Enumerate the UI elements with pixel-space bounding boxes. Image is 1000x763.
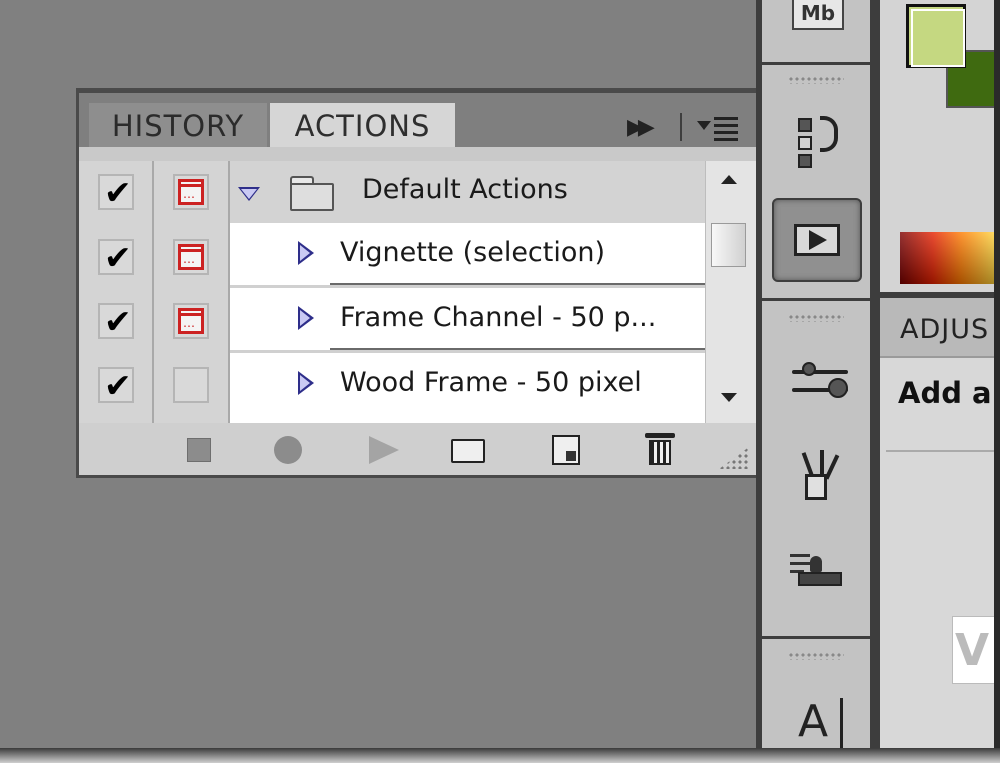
dock-grip[interactable] [788,652,844,660]
collapsed-triangle-icon[interactable] [298,306,314,330]
preset-glyph: V [955,625,990,676]
resize-grip[interactable] [719,447,749,469]
new-set-icon[interactable] [451,439,485,463]
vertical-scrollbar[interactable] [705,161,757,423]
actions-list: ✔ ✔ ✔ ✔ … … … Default Actions Vignette (… [79,161,757,423]
foreground-color-swatch[interactable] [906,4,966,68]
folder-icon [290,176,334,211]
dialog-toggle[interactable]: … [173,303,209,339]
clone-source-icon[interactable] [772,546,862,630]
collapsed-triangle-icon[interactable] [298,241,314,265]
checkmark-icon: ✔ [104,302,132,341]
text-cursor [840,698,843,748]
window-edge-bottom [0,748,1000,763]
tab-actions[interactable]: ACTIONS [270,103,455,147]
new-action-icon[interactable] [552,435,580,465]
window-edge [994,0,1000,763]
action-label: Frame Channel - 50 p... [340,302,657,333]
toggle-dialog-column: … … … [154,161,230,423]
collapsed-triangle-icon[interactable] [298,371,314,395]
checkmark-icon: ✔ [104,366,132,405]
adjustments-panel: ADJUS Add a V [880,298,994,750]
action-row[interactable]: Frame Channel - 50 p... [230,288,705,350]
actions-footer [79,423,756,475]
actions-panel: HISTORY ACTIONS ▶▶ ✔ ✔ ✔ ✔ … … … Default… [76,88,757,478]
scroll-up-arrow-icon[interactable] [721,175,737,184]
color-spectrum[interactable] [900,232,994,284]
brushes-icon[interactable] [772,446,862,530]
action-set-row[interactable]: Default Actions [230,161,705,223]
adjustment-preset-tile[interactable]: V [952,616,994,684]
dialog-icon: … [178,179,204,205]
stop-icon[interactable] [187,438,211,462]
adjustments-icon[interactable] [772,352,862,436]
character-icon[interactable]: A [798,696,828,747]
actions-icon-button[interactable] [772,198,862,282]
adjustments-tab-label: ADJUS [900,314,990,345]
checkmark-icon: ✔ [104,238,132,277]
collapse-panel-icon[interactable]: ▶▶ [627,115,655,140]
dock-icon-column: Mb A [762,0,870,750]
adjustments-hint: Add a [898,376,992,410]
scroll-down-arrow-icon[interactable] [721,393,737,402]
dock-grip[interactable] [788,76,844,84]
dialog-icon: … [178,244,204,270]
delete-icon[interactable] [645,433,675,465]
action-row[interactable]: Wood Frame - 50 pixel [230,353,705,423]
toggle-checkbox[interactable]: ✔ [98,173,134,212]
checkmark-icon: ✔ [104,173,132,212]
panel-dock: Mb A [756,0,876,750]
panel-tab-bar: HISTORY ACTIONS ▶▶ [79,93,756,147]
tab-history[interactable]: HISTORY [89,103,267,147]
toggle-checkbox[interactable]: ✔ [98,302,134,341]
dialog-toggle[interactable] [173,367,209,403]
toggle-checkbox[interactable]: ✔ [98,238,134,277]
actions-panel-body: HISTORY ACTIONS ▶▶ ✔ ✔ ✔ ✔ … … … Default… [79,93,757,475]
scroll-thumb[interactable] [711,223,746,267]
play-icon[interactable] [369,436,399,464]
action-label: Wood Frame - 50 pixel [340,367,642,398]
panel-menu-icon[interactable] [697,115,747,141]
mini-bridge-icon[interactable]: Mb [792,0,844,30]
record-icon[interactable] [274,436,302,464]
expand-triangle-icon[interactable] [238,187,260,201]
tab-adjustments[interactable]: ADJUS [880,298,994,358]
tab-bar-separator [680,113,682,141]
actions-icon [794,224,840,256]
dock-grip[interactable] [788,314,844,322]
toggle-checkbox[interactable]: ✔ [98,366,134,405]
history-icon[interactable] [772,108,862,192]
dialog-toggle[interactable]: … [173,174,209,210]
toggle-item-column: ✔ ✔ ✔ ✔ [79,161,154,423]
dialog-icon: … [178,308,204,334]
dialog-toggle[interactable]: … [173,239,209,275]
color-panel [880,0,998,292]
action-set-label: Default Actions [362,174,568,205]
action-row[interactable]: Vignette (selection) [230,223,705,285]
action-label: Vignette (selection) [340,237,606,268]
right-panels: ADJUS Add a V [876,0,998,750]
action-rows: Default Actions Vignette (selection) Fra… [230,161,705,423]
